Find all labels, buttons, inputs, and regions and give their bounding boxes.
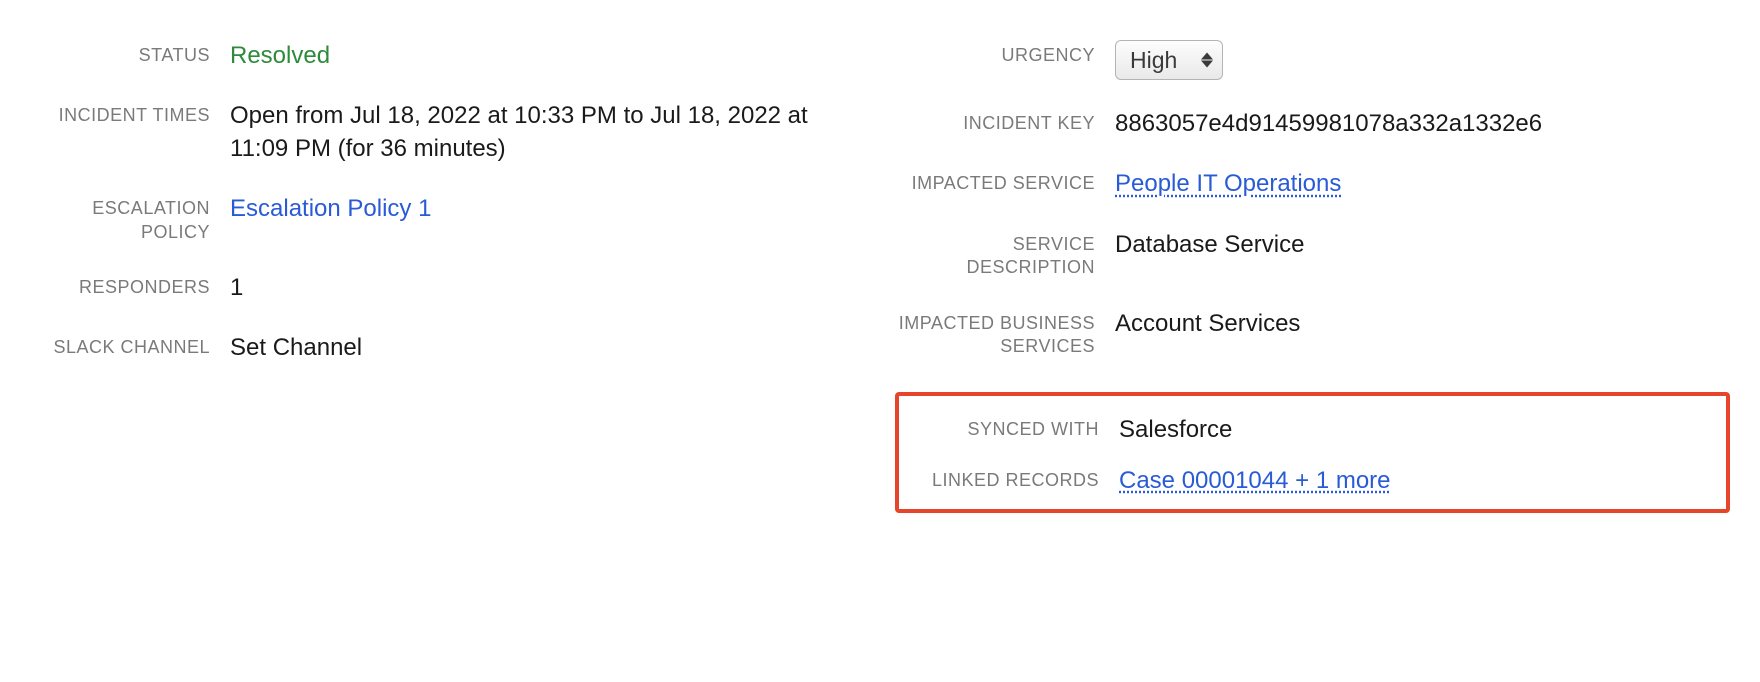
linked-records-label: LINKED RECORDS [899,465,1119,492]
linked-records-row: LINKED RECORDS Case 00001044 + 1 more [899,465,1716,497]
synced-with-row: SYNCED WITH Salesforce [899,414,1716,446]
incident-key-label: INCIDENT KEY [895,108,1115,135]
urgency-select-wrap: High [1115,40,1223,80]
details-panel: STATUS Resolved INCIDENT TIMES Open from… [30,40,1730,513]
left-column: STATUS Resolved INCIDENT TIMES Open from… [30,40,865,513]
impacted-service-row: IMPACTED SERVICE People IT Operations [895,168,1730,200]
incident-key-value: 8863057e4d91459981078a332a1332e6 [1115,108,1730,140]
right-column: URGENCY High INCIDENT KEY 8863057e4d9145… [895,40,1730,513]
incident-times-label: INCIDENT TIMES [30,100,230,127]
responders-value: 1 [230,272,865,304]
responders-row: RESPONDERS 1 [30,272,865,304]
status-row: STATUS Resolved [30,40,865,72]
set-channel-action[interactable]: Set Channel [230,334,362,361]
synced-with-label: SYNCED WITH [899,414,1119,441]
slack-channel-row: SLACK CHANNEL Set Channel [30,332,865,364]
service-description-label: SERVICE DESCRIPTION [895,229,1115,280]
responders-label: RESPONDERS [30,272,230,299]
impacted-business-services-label: IMPACTED BUSINESS SERVICES [895,308,1115,359]
impacted-business-services-value: Account Services [1115,308,1730,340]
urgency-select[interactable]: High [1115,40,1223,80]
escalation-policy-link[interactable]: Escalation Policy 1 [230,195,431,222]
status-label: STATUS [30,40,230,67]
slack-channel-label: SLACK CHANNEL [30,332,230,359]
synced-with-value: Salesforce [1119,414,1716,446]
service-description-row: SERVICE DESCRIPTION Database Service [895,229,1730,280]
impacted-business-services-row: IMPACTED BUSINESS SERVICES Account Servi… [895,308,1730,359]
linked-records-link[interactable]: Case 00001044 + 1 more [1119,467,1391,494]
synced-highlight-box: SYNCED WITH Salesforce LINKED RECORDS Ca… [895,392,1730,513]
escalation-policy-row: ESCALATION POLICY Escalation Policy 1 [30,193,865,244]
service-description-value: Database Service [1115,229,1730,261]
incident-key-row: INCIDENT KEY 8863057e4d91459981078a332a1… [895,108,1730,140]
escalation-policy-label: ESCALATION POLICY [30,193,230,244]
urgency-label: URGENCY [895,40,1115,67]
urgency-row: URGENCY High [895,40,1730,80]
status-value: Resolved [230,40,865,72]
incident-times-value: Open from Jul 18, 2022 at 10:33 PM to Ju… [230,100,865,165]
incident-times-row: INCIDENT TIMES Open from Jul 18, 2022 at… [30,100,865,165]
impacted-service-link[interactable]: People IT Operations [1115,170,1341,197]
impacted-service-label: IMPACTED SERVICE [895,168,1115,195]
